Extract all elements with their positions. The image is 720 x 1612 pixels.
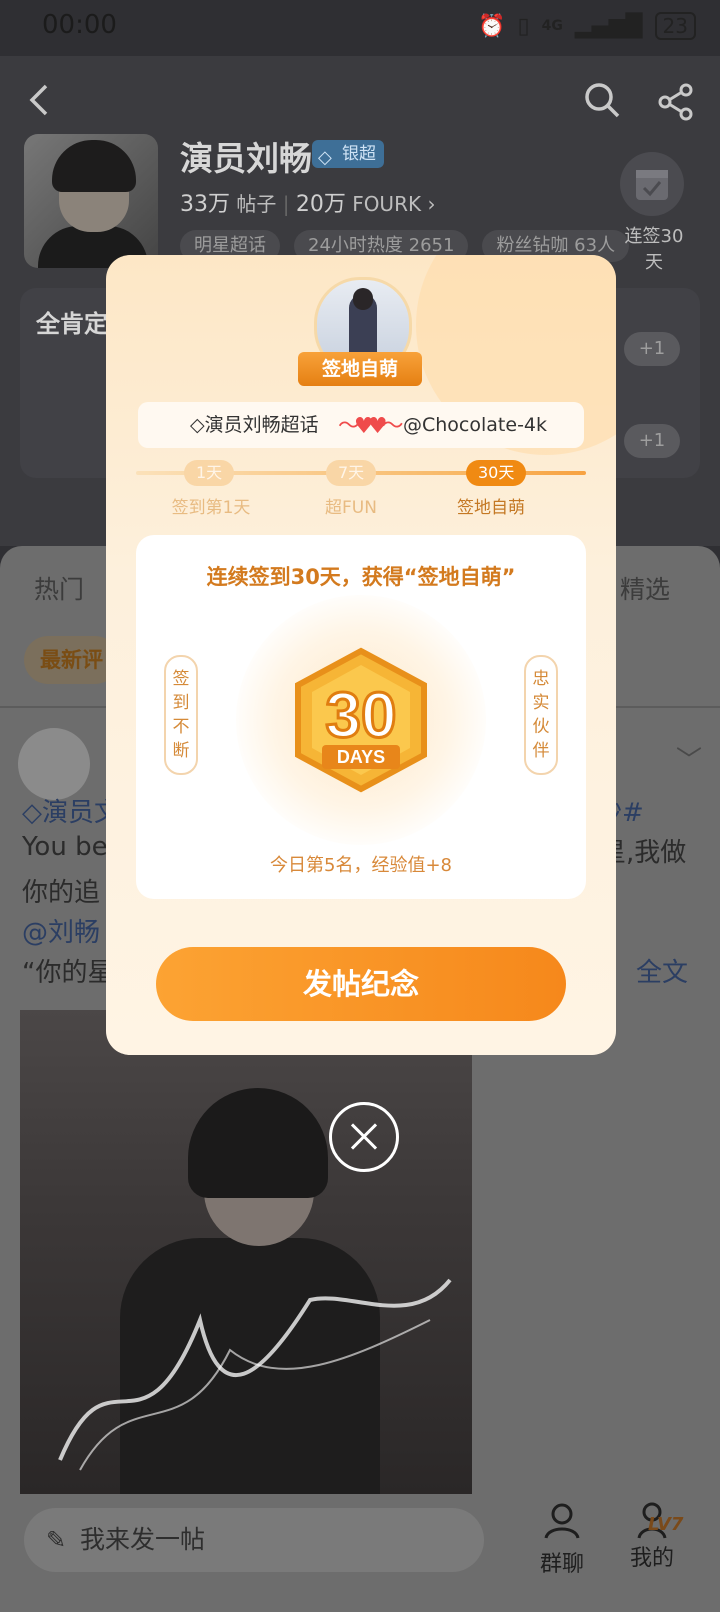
- mine-button[interactable]: LV7 我的: [620, 1500, 684, 1572]
- fans-label[interactable]: FOURK: [352, 192, 421, 216]
- silver-badge[interactable]: ◇ 银超: [312, 140, 384, 168]
- milestone-pill: 1天: [184, 460, 235, 486]
- close-icon[interactable]: [329, 1102, 399, 1172]
- compose-placeholder: 我来发一帖: [80, 1525, 206, 1554]
- badge-word: DAYS: [337, 747, 385, 767]
- signal-icon: ▂▄▆█: [574, 13, 643, 39]
- alarm-icon: ⏰: [478, 13, 506, 39]
- tab-hot[interactable]: 热门: [34, 570, 84, 606]
- achievement-headline: 连续签到30天，获得“签地自萌”: [206, 565, 516, 589]
- post-mention[interactable]: @刘畅: [22, 912, 100, 949]
- milestone-label: 签到第1天: [171, 498, 251, 518]
- milestone-pill-active: 30天: [466, 460, 527, 486]
- badge-number: 30: [325, 679, 396, 751]
- latest-chip[interactable]: 最新评: [24, 636, 119, 684]
- achievement-ribbon: 签地自萌: [298, 352, 422, 386]
- page-title: 演员刘畅: [180, 139, 312, 178]
- profile-avatar[interactable]: [24, 134, 158, 268]
- back-icon[interactable]: [22, 82, 58, 118]
- profile-stats: 33万 帖子 | 20万 FOURK ›: [180, 192, 436, 217]
- network-label: 4G: [541, 18, 563, 34]
- mine-label: 我的: [629, 1546, 674, 1571]
- 30-days-badge-icon: 30 DAYS: [295, 647, 427, 793]
- post-photo[interactable]: [20, 1010, 472, 1494]
- post-text: “你的星: [22, 958, 114, 988]
- post-text: You be: [22, 832, 108, 862]
- group-chat-button[interactable]: 群聊: [530, 1500, 594, 1578]
- badge-label: 银超: [342, 144, 376, 164]
- card-title: 全肯定: [36, 310, 108, 338]
- milestone-pill: 7天: [326, 460, 377, 486]
- share-icon[interactable]: [656, 82, 696, 122]
- heartbeat-icon: 〜♥♥〜: [338, 414, 403, 439]
- checkin-line2: 天: [645, 252, 663, 273]
- achievement-card: 连续签到30天，获得“签地自萌” 签到不断 忠实伙伴 30 DAYS 今日第5名…: [136, 535, 586, 899]
- calendar-check-icon[interactable]: [620, 152, 684, 216]
- level-badge: LV7: [648, 1514, 684, 1535]
- milestone-label-active: 签地自萌: [457, 498, 525, 518]
- supertopic-label: ◇演员刘畅超话: [190, 414, 319, 436]
- vibrate-icon: ▯: [517, 13, 530, 39]
- group-chat-icon: [544, 1503, 580, 1539]
- clock: 00:00: [42, 10, 117, 40]
- chevron-right-icon: ›: [427, 192, 436, 216]
- checkin-achievement-modal: 签地自萌 ◇演员刘畅超话 〜♥♥〜 @Chocolate-4k 1天 7天 30…: [106, 255, 616, 1055]
- posts-count: 33万: [180, 192, 230, 217]
- status-bar: 00:00 ⏰ ▯ 4G ▂▄▆█ 23: [0, 0, 720, 56]
- checkin-streak-label[interactable]: 连签30 天: [612, 224, 696, 276]
- supertopic-text: 演员刘畅超话: [204, 414, 319, 436]
- rank-exp-text: 今日第5名，经验值+8: [270, 855, 452, 876]
- post-compose-input[interactable]: ✎ 我来发一帖: [24, 1508, 484, 1572]
- diamond-icon: ◇: [318, 147, 332, 168]
- post-commemorate-button[interactable]: 发帖纪念: [156, 947, 566, 1021]
- posts-label: 帖子: [236, 192, 277, 216]
- chevron-down-icon[interactable]: ﹀: [676, 740, 702, 777]
- username-label: @Chocolate-4k: [403, 414, 548, 436]
- post-text: 你的追: [22, 878, 101, 908]
- pencil-icon: ✎: [46, 1526, 67, 1554]
- fans-count: 20万: [295, 192, 346, 217]
- milestone-label: 超FUN: [325, 498, 377, 518]
- battery-indicator: 23: [654, 12, 696, 40]
- group-chat-label: 群聊: [539, 1552, 584, 1577]
- plus-one-button[interactable]: +1: [624, 424, 680, 458]
- right-side-label: 忠实伙伴: [524, 655, 558, 775]
- topic-user-bar: ◇演员刘畅超话 〜♥♥〜 @Chocolate-4k: [138, 402, 584, 448]
- full-text-link[interactable]: 全文: [636, 952, 688, 989]
- left-side-label: 签到不断: [164, 655, 198, 775]
- checkin-line1: 连签30: [624, 226, 684, 247]
- post-avatar[interactable]: [18, 728, 90, 800]
- plus-one-button[interactable]: +1: [624, 332, 680, 366]
- status-icons: ⏰ ▯ 4G ▂▄▆█ 23: [478, 12, 696, 40]
- tab-featured[interactable]: 精选: [620, 570, 670, 606]
- search-icon[interactable]: [582, 80, 622, 120]
